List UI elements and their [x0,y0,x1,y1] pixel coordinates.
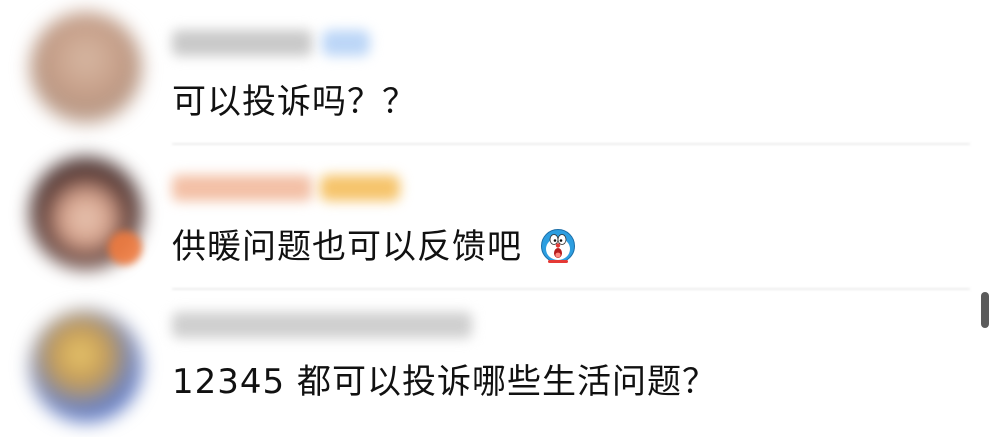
doraemon-icon [540,229,575,263]
user-tag-badge [320,175,400,201]
comment-list: 可以投诉吗？？ 供暖问题也可以反馈吧 12345 都可以投诉哪些生活问题？ [0,0,1000,437]
avatar[interactable] [30,12,142,124]
avatar-badge [108,231,142,265]
comment-item[interactable]: 12345 都可以投诉哪些生活问题？ [0,290,1000,435]
comment-text: 12345 都可以投诉哪些生活问题？ [172,362,717,402]
comment-text: 可以投诉吗？？ [172,82,417,122]
comment-item[interactable]: 可以投诉吗？？ [0,0,1000,145]
avatar[interactable] [30,310,142,422]
scrollbar-thumb[interactable] [981,292,989,328]
comment-text: 供暖问题也可以反馈吧 [172,227,522,267]
username-redacted[interactable] [172,30,312,56]
comment-text-line: 供暖问题也可以反馈吧 [172,227,576,267]
user-tag-badge [322,30,370,56]
username-redacted[interactable] [172,175,312,201]
comment-item[interactable]: 供暖问题也可以反馈吧 [0,145,1000,290]
username-redacted[interactable] [172,312,472,338]
